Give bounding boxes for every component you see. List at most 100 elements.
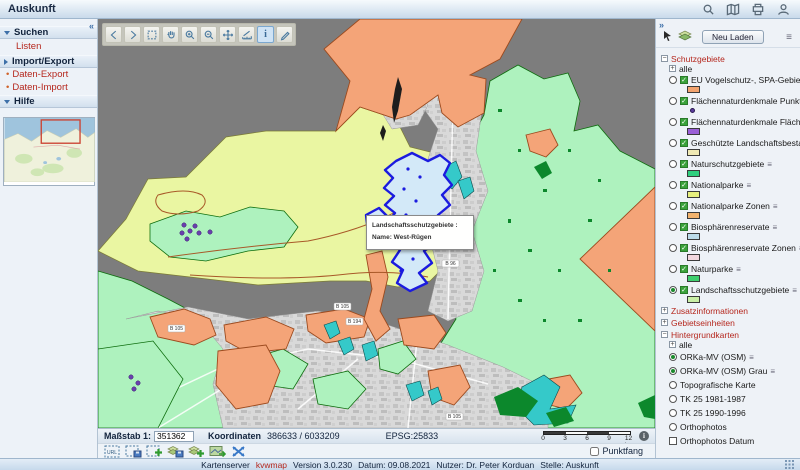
panel-collapse-icon[interactable]: » — [659, 20, 664, 30]
edit-pencil-button[interactable] — [276, 26, 293, 43]
layer-label[interactable]: Geschützte Landschaftsbestandteile — [691, 138, 800, 148]
reload-button[interactable]: Neu Laden — [702, 30, 764, 44]
layer-label[interactable]: Topografische Karte — [680, 380, 756, 390]
back-button[interactable] — [105, 26, 122, 43]
expand-all-icon[interactable]: + — [669, 65, 676, 72]
footer-app-link[interactable]: kvwmap — [256, 460, 287, 470]
layer-radio[interactable] — [669, 223, 677, 231]
layer-radio[interactable] — [669, 423, 677, 431]
info-circle-icon[interactable]: i — [639, 431, 649, 441]
layer-menu-icon[interactable]: ≡ — [773, 202, 778, 211]
recenter-button[interactable] — [219, 26, 236, 43]
layer-radio[interactable] — [669, 244, 677, 252]
zoom-in-button[interactable] — [181, 26, 198, 43]
layer-radio[interactable] — [669, 265, 677, 273]
layer-group-label[interactable]: Zusatzinformationen — [671, 306, 748, 316]
layer-radio[interactable] — [669, 395, 677, 403]
layer-checkbox[interactable]: ✓ — [680, 118, 688, 126]
search-icon[interactable] — [699, 2, 717, 16]
layer-checkbox[interactable]: ✓ — [680, 76, 688, 84]
layer-label[interactable]: Flächennaturdenkmale Punkte — [691, 96, 800, 106]
extent-url-button[interactable]: URL — [103, 445, 121, 458]
layer-menu-icon[interactable]: ≡ — [767, 160, 772, 169]
layer-label[interactable]: Nationalparke — [691, 180, 743, 190]
layer-checkbox[interactable]: ✓ — [680, 160, 688, 168]
layer-label[interactable]: Orthophotos Datum — [680, 436, 754, 446]
layer-checkbox[interactable]: ✓ — [680, 139, 688, 147]
expand-group-icon[interactable]: + — [661, 319, 668, 326]
layer-label[interactable]: Naturschutzgebiete — [691, 159, 764, 169]
pan-hand-button[interactable] — [162, 26, 179, 43]
full-extent-button[interactable] — [229, 445, 247, 458]
layer-label[interactable]: Orthophotos — [680, 422, 727, 432]
layer-checkbox[interactable]: ✓ — [680, 97, 688, 105]
zoom-box-button[interactable] — [143, 26, 160, 43]
alle-label[interactable]: alle — [679, 64, 692, 74]
layer-radio[interactable] — [669, 286, 677, 294]
layer-checkbox[interactable]: ✓ — [680, 223, 688, 231]
collapse-group-icon[interactable]: − — [661, 331, 668, 338]
select-arrow-icon[interactable] — [662, 30, 674, 44]
layer-radio[interactable] — [669, 353, 677, 361]
layer-radio[interactable] — [669, 381, 677, 389]
expand-group-icon[interactable]: + — [661, 307, 668, 314]
layers-save-button[interactable] — [166, 445, 184, 458]
expand-all-icon[interactable]: + — [669, 341, 676, 348]
layer-menu-icon[interactable]: ≡ — [772, 223, 777, 232]
layer-group-label[interactable]: Schutzgebiete — [671, 54, 725, 64]
layer-radio[interactable] — [669, 97, 677, 105]
layer-menu-icon[interactable]: ≡ — [792, 286, 797, 295]
alle-label[interactable]: alle — [679, 340, 692, 350]
sidebar-item-daten-import[interactable]: •Daten-Import — [0, 81, 97, 94]
punktfang-checkbox[interactable] — [590, 447, 599, 456]
sidebar-collapse-icon[interactable]: « — [89, 21, 94, 31]
layer-label[interactable]: EU Vogelschutz-, SPA-Gebiete — [691, 75, 800, 85]
layer-label[interactable]: Landschaftsschutzgebiete — [691, 285, 789, 295]
sidebar-section-suchen[interactable]: Suchen — [0, 26, 97, 39]
layer-label[interactable]: Nationalparke Zonen — [691, 201, 770, 211]
scale-input[interactable] — [154, 431, 194, 442]
layer-radio[interactable] — [669, 367, 677, 375]
map-icon[interactable] — [724, 2, 742, 16]
layer-checkbox[interactable]: ✓ — [680, 286, 688, 294]
forward-button[interactable] — [124, 26, 141, 43]
layer-menu-icon[interactable]: ≡ — [770, 367, 775, 376]
panel-menu-icon[interactable]: ≡ — [786, 32, 792, 43]
map-export-button[interactable] — [208, 445, 226, 458]
layers-add-button[interactable] — [187, 445, 205, 458]
layer-label[interactable]: Naturparke — [691, 264, 733, 274]
layer-checkbox[interactable] — [669, 437, 677, 445]
extent-save-button[interactable] — [124, 445, 142, 458]
layer-radio[interactable] — [669, 409, 677, 417]
layer-group-label[interactable]: Gebietseinheiten — [671, 318, 735, 328]
layer-radio[interactable] — [669, 202, 677, 210]
layer-label[interactable]: ORKa-MV (OSM) — [680, 352, 746, 362]
identify-button[interactable]: i — [257, 26, 274, 43]
layer-checkbox[interactable]: ✓ — [680, 265, 688, 273]
zoom-out-button[interactable] — [200, 26, 217, 43]
layer-menu-icon[interactable]: ≡ — [736, 265, 741, 274]
layer-label[interactable]: Biosphärenreservate — [691, 222, 769, 232]
layer-label[interactable]: Flächennaturdenkmale Flächen — [691, 117, 800, 127]
layer-radio[interactable] — [669, 139, 677, 147]
sidebar-item-daten-export[interactable]: •Daten-Export — [0, 68, 97, 81]
layer-label[interactable]: ORKa-MV (OSM) Grau — [680, 366, 767, 376]
sidebar-section-hilfe[interactable]: Hilfe — [0, 95, 97, 108]
measure-button[interactable] — [238, 26, 255, 43]
layer-menu-icon[interactable]: ≡ — [749, 353, 754, 362]
layer-radio[interactable] — [669, 160, 677, 168]
user-icon[interactable] — [774, 2, 792, 16]
extent-add-button[interactable] — [145, 445, 163, 458]
layer-checkbox[interactable]: ✓ — [680, 244, 688, 252]
sidebar-item-listen[interactable]: Listen — [0, 39, 97, 54]
print-icon[interactable] — [749, 2, 767, 16]
sidebar-section-import-export[interactable]: Import/Export — [0, 55, 97, 68]
layer-group-label[interactable]: Hintergrundkarten — [671, 330, 739, 340]
layer-checkbox[interactable]: ✓ — [680, 202, 688, 210]
layer-label[interactable]: TK 25 1981-1987 — [680, 394, 746, 404]
layer-label[interactable]: TK 25 1990-1996 — [680, 408, 746, 418]
layer-label[interactable]: Biosphärenreservate Zonen — [691, 243, 796, 253]
layer-menu-icon[interactable]: ≡ — [746, 181, 751, 190]
layer-checkbox[interactable]: ✓ — [680, 181, 688, 189]
layer-radio[interactable] — [669, 181, 677, 189]
